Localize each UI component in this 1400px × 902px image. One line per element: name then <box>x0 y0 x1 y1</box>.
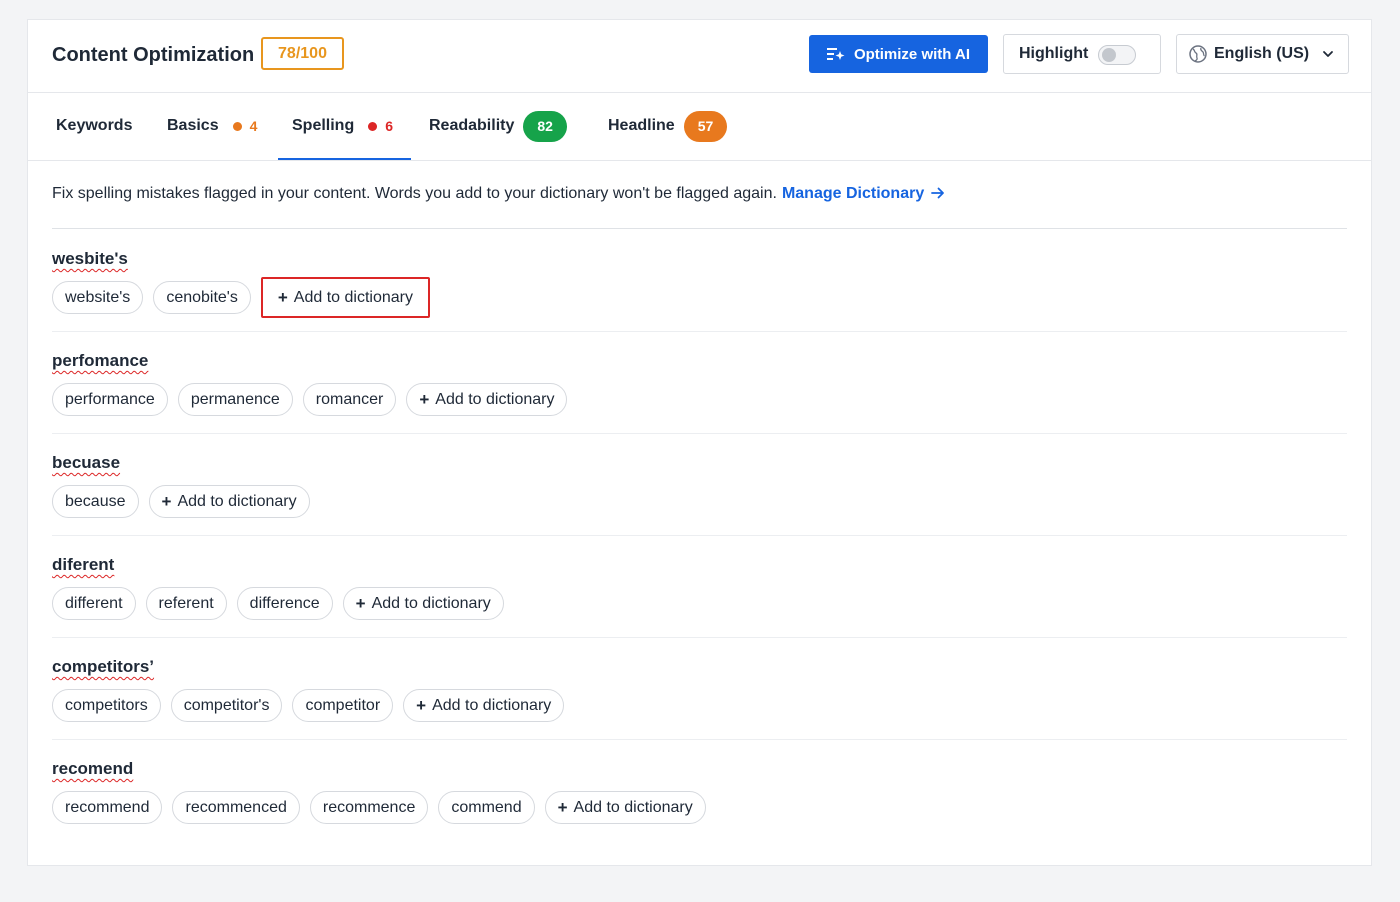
suggestion-chip[interactable]: website's <box>52 281 144 314</box>
highlight-toggle[interactable] <box>1098 45 1136 65</box>
suggestion-list: recommend recommenced recommence commend + Ad… <box>52 791 706 824</box>
suggestion-chip[interactable]: permanence <box>177 383 293 416</box>
suggestion-chip[interactable]: difference <box>236 587 333 620</box>
add-to-dictionary-label: Add to dictionary <box>371 594 491 612</box>
suggestion-chip[interactable]: competitors <box>52 689 161 722</box>
misspelling-group: wesbite's website's cenobite's + Add to dict… <box>52 229 1347 332</box>
suggestion-chip[interactable]: different <box>52 587 136 620</box>
score-pill: 82 <box>523 110 567 142</box>
suggestion-list: website's cenobite's + Add to dictionary <box>52 277 430 318</box>
suggestion-list: performance permanence romancer + Add to dic… <box>52 383 568 416</box>
plus-icon: + <box>416 695 427 715</box>
suggestion-chip[interactable]: commend <box>438 791 535 824</box>
suggestion-chip[interactable]: because <box>52 485 139 518</box>
suggestion-chip[interactable]: recommend <box>52 791 163 824</box>
misspelled-word: diferent <box>52 555 115 574</box>
misspelled-word: perfomance <box>52 351 149 370</box>
add-to-dictionary-button[interactable]: + Add to dictionary <box>403 689 565 722</box>
ai-sparkle-icon <box>826 48 845 60</box>
tab-label: Keywords <box>56 117 133 134</box>
tab-spelling[interactable]: Spelling 6 <box>292 92 393 160</box>
misspelled-word: becuase <box>52 453 121 472</box>
tab-label: Readability <box>429 117 515 134</box>
highlight-label: Highlight <box>1019 45 1089 62</box>
add-to-dictionary-label: Add to dictionary <box>177 492 297 510</box>
suggestion-chip[interactable]: performance <box>52 383 168 416</box>
add-to-dictionary-button[interactable]: + Add to dictionary <box>544 791 706 824</box>
misspelling-group: diferent different referent difference + Add … <box>52 535 1347 638</box>
highlight-control: Highlight <box>1003 34 1161 74</box>
tab-label: Basics <box>167 117 219 134</box>
panel-header: Content Optimization 78/100 Optimize wit… <box>28 20 1371 93</box>
content-optimization-panel: Content Optimization 78/100 Optimize wit… <box>27 19 1372 866</box>
misspelling-group: perfomance performance permanence romancer +… <box>52 331 1347 434</box>
language-select[interactable]: English (US) <box>1176 34 1349 74</box>
manage-dictionary-link[interactable]: Manage Dictionary <box>782 185 945 203</box>
suggestion-chip[interactable]: recommence <box>309 791 429 824</box>
misspelled-word: wesbite's <box>52 249 128 268</box>
misspelled-word: competitors’ <box>52 657 155 676</box>
suggestion-chip[interactable]: competitor <box>292 689 394 722</box>
page-title: Content Optimization <box>52 44 255 66</box>
misspelling-group: recomend recommend recommenced recommence co… <box>52 739 1347 841</box>
language-value: English (US) <box>1214 45 1310 62</box>
score-pill: 57 <box>683 110 728 142</box>
intro-description: Fix spelling mistakes flagged in your co… <box>52 185 777 202</box>
suggestion-list: because + Add to dictionary <box>52 485 310 518</box>
tab-count: 4 <box>249 118 258 134</box>
toggle-knob <box>1102 48 1116 62</box>
suggestion-chip[interactable]: cenobite's <box>153 281 251 314</box>
add-to-dictionary-label: Add to dictionary <box>573 798 693 816</box>
status-dot-icon <box>368 121 378 131</box>
misspelling-group: becuase because + Add to dictionary <box>52 433 1347 536</box>
intro-text: Fix spelling mistakes flagged in your co… <box>52 160 1347 229</box>
add-to-dictionary-label: Add to dictionary <box>293 288 413 306</box>
suggestion-chip[interactable]: romancer <box>302 383 397 416</box>
add-to-dictionary-label: Add to dictionary <box>432 696 552 714</box>
plus-icon: + <box>161 491 172 511</box>
suggestion-list: competitors competitor's competitor + Add to… <box>52 689 565 722</box>
suggestion-chip[interactable]: competitor's <box>170 689 283 722</box>
optimize-with-ai-label: Optimize with AI <box>853 45 971 63</box>
misspelling-group: competitors’ competitors competitor's compe… <box>52 637 1347 740</box>
arrow-right-icon <box>930 187 944 199</box>
tab-count: 6 <box>385 118 394 134</box>
misspelled-word: recomend <box>52 759 134 778</box>
optimize-with-ai-button[interactable]: Optimize with AI <box>809 35 988 73</box>
suggestion-chip[interactable]: recommenced <box>172 791 300 824</box>
chevron-down-icon <box>1323 51 1333 57</box>
tab-label: Headline <box>608 117 675 134</box>
tab-bar: Keywords Basics 4 Spelling 6 Readability… <box>28 92 1371 161</box>
add-to-dictionary-button[interactable]: + Add to dictionary <box>342 587 504 620</box>
tab-label: Spelling <box>292 117 355 134</box>
tab-basics[interactable]: Basics 4 <box>167 92 257 160</box>
suggestion-list: different referent difference + Add to dicti… <box>52 587 504 620</box>
add-to-dictionary-button[interactable]: + Add to dictionary <box>406 383 568 416</box>
plus-icon: + <box>557 797 568 817</box>
score-badge: 78/100 <box>261 37 344 70</box>
manage-dictionary-label: Manage Dictionary <box>781 185 925 202</box>
plus-icon: + <box>419 389 430 409</box>
tab-headline[interactable]: Headline 57 <box>608 92 728 160</box>
status-dot-icon <box>232 121 242 131</box>
add-to-dictionary-button[interactable]: + Add to dictionary <box>148 485 310 518</box>
suggestion-chip[interactable]: referent <box>145 587 227 620</box>
add-to-dictionary-label: Add to dictionary <box>435 390 555 408</box>
globe-icon <box>1189 45 1207 63</box>
add-to-dictionary-button[interactable]: + Add to dictionary <box>260 277 430 318</box>
plus-icon: + <box>355 593 366 613</box>
tab-readability[interactable]: Readability 82 <box>429 92 567 160</box>
plus-icon: + <box>277 287 288 307</box>
tab-keywords[interactable]: Keywords <box>56 92 132 160</box>
